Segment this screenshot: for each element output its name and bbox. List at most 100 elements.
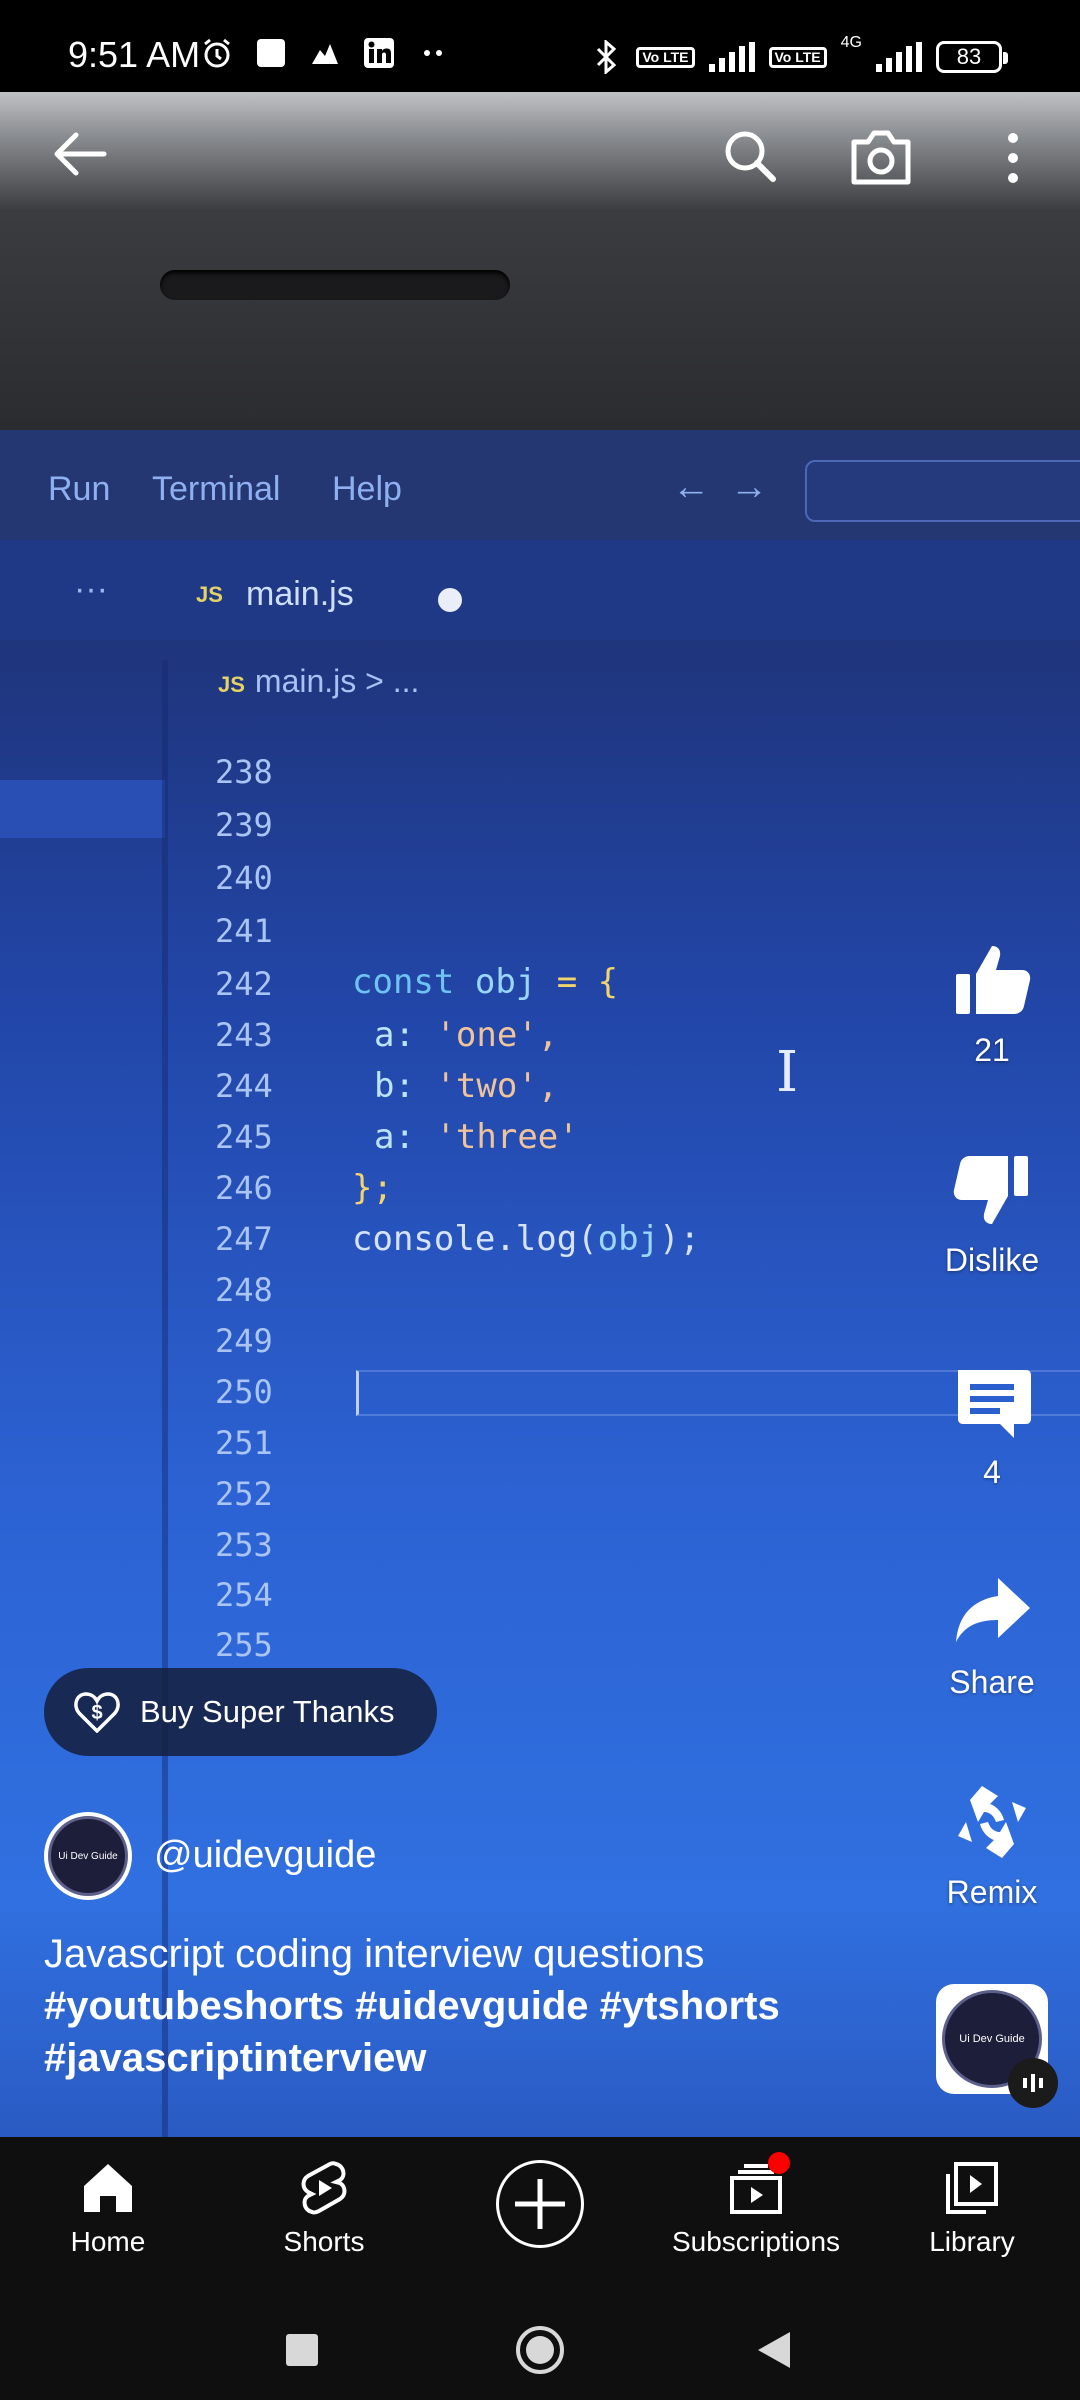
thumbs-up-icon — [956, 946, 1031, 1014]
plus-icon — [515, 2179, 565, 2229]
code-property: a: — [374, 1117, 415, 1157]
line-number: 249 — [215, 1322, 273, 1360]
code-line-245: a: 'three' — [374, 1117, 579, 1157]
code-string: 'three' — [435, 1117, 579, 1157]
shorts-icon — [301, 2161, 347, 2215]
status-time: 9:51 AM — [68, 34, 201, 75]
comment-icon — [958, 1370, 1031, 1438]
back-triangle-icon[interactable] — [756, 2330, 792, 2370]
nav-library[interactable]: Library — [872, 2158, 1072, 2258]
menu-help: Help — [332, 470, 402, 508]
editor-tab-name: main.js — [246, 575, 354, 613]
editor-command-box — [805, 460, 1080, 522]
recents-square-icon[interactable] — [284, 2332, 320, 2368]
super-thanks-label: Buy Super Thanks — [140, 1694, 395, 1729]
line-number: 247 — [215, 1220, 273, 1258]
dislike-button[interactable]: Dislike — [930, 1150, 1054, 1279]
channel-handle[interactable]: @uidevguide — [154, 1834, 376, 1877]
video-title: Javascript coding interview questions — [44, 1932, 705, 1976]
breadcrumb-text: main.js > ... — [254, 663, 420, 699]
js-file-icon: JS — [196, 582, 223, 607]
channel-avatar[interactable]: Ui Dev Guide — [44, 1812, 132, 1900]
camera-icon[interactable] — [848, 126, 914, 188]
super-thanks-button[interactable]: $ Buy Super Thanks — [44, 1668, 437, 1756]
nav-shorts-label: Shorts — [283, 2226, 365, 2257]
share-icon — [956, 1578, 1030, 1642]
nav-home-label: Home — [70, 2226, 146, 2257]
nav-subscriptions[interactable]: Subscriptions — [656, 2158, 856, 2258]
linkedin-icon — [364, 38, 394, 68]
nav-home[interactable]: Home — [8, 2158, 208, 2258]
dislike-label: Dislike — [944, 1242, 1040, 1278]
audio-wave-icon — [1008, 2058, 1058, 2108]
line-number: 241 — [215, 912, 273, 950]
comment-count: 4 — [983, 1454, 1001, 1490]
line-number: 250 — [215, 1373, 273, 1411]
status-bar: 9:51 AM Vo LTE Vo LTE 4G 83 — [0, 0, 1080, 92]
editor-breadcrumb: JS main.js > ... — [218, 663, 419, 700]
video-background — [0, 92, 1080, 212]
volte-badge-2: Vo LTE — [768, 46, 827, 68]
editor-tabbar — [0, 540, 1080, 640]
create-button[interactable] — [496, 2160, 584, 2248]
comments-button[interactable]: 4 — [930, 1362, 1054, 1491]
video-hashtags[interactable]: #youtubeshorts #uidevguide #ytshorts #ja… — [44, 1980, 924, 2084]
volte-badge: Vo LTE — [636, 46, 695, 68]
line-number: 248 — [215, 1271, 273, 1309]
cloud-app-icon — [312, 44, 338, 64]
line-number: 245 — [215, 1118, 273, 1156]
line-number: 242 — [215, 965, 273, 1003]
status-notification-icons — [200, 36, 450, 70]
battery-indicator: 83 — [936, 41, 1008, 73]
editor-overflow-icon: ··· — [74, 570, 108, 608]
svg-text:$: $ — [91, 1702, 102, 1724]
line-number: 244 — [215, 1067, 273, 1105]
nav-shorts[interactable]: Shorts — [224, 2158, 424, 2258]
bluetooth-icon — [597, 40, 617, 74]
code-variable: obj — [474, 962, 537, 1002]
remix-button[interactable]: Remix — [930, 1782, 1054, 1911]
line-number: 254 — [215, 1576, 273, 1614]
library-icon — [946, 2162, 998, 2214]
network-type: 4G — [840, 34, 862, 51]
share-button[interactable]: Share — [930, 1572, 1054, 1701]
code-keyword: const — [352, 962, 455, 1002]
text-cursor-icon: I — [776, 1040, 799, 1105]
notification-badge — [768, 2152, 790, 2174]
line-number: 246 — [215, 1169, 273, 1207]
code-line-242: const obj = { — [352, 962, 618, 1002]
code-call-end: ); — [659, 1219, 701, 1259]
back-arrow-icon[interactable] — [48, 122, 112, 186]
remix-icon — [958, 1786, 1026, 1858]
line-number: 239 — [215, 806, 273, 844]
search-icon[interactable] — [720, 126, 780, 186]
like-count: 21 — [974, 1032, 1010, 1068]
line-number: 240 — [215, 859, 273, 897]
system-navigation-bar — [0, 2300, 1080, 2400]
code-call: console.log( — [352, 1219, 598, 1259]
editor-nav-arrows: ←→ — [672, 466, 788, 508]
monitor-speaker — [160, 270, 510, 300]
more-vert-icon[interactable] — [998, 130, 1028, 186]
signal-strength-icon-2 — [876, 42, 922, 72]
code-line-243: a: 'one', — [374, 1015, 558, 1055]
thumbs-down-icon — [953, 1156, 1028, 1224]
remix-label: Remix — [946, 1874, 1038, 1910]
nav-library-label: Library — [929, 2226, 1015, 2257]
home-icon — [84, 2164, 132, 2212]
code-property: a: — [374, 1015, 415, 1055]
code-line-247: console.log(obj); — [352, 1219, 700, 1259]
unsaved-dot-icon — [438, 588, 462, 612]
js-breadcrumb-icon: JS — [218, 672, 245, 697]
line-number: 251 — [215, 1424, 273, 1462]
like-button[interactable]: 21 — [930, 940, 1054, 1069]
line-number: 252 — [215, 1475, 273, 1513]
line-number: 243 — [215, 1016, 273, 1054]
code-variable: obj — [597, 1219, 660, 1259]
home-circle-icon[interactable] — [514, 2324, 566, 2376]
heart-dollar-icon: $ — [74, 1692, 120, 1733]
code-line-244: b: 'two', — [374, 1066, 558, 1106]
line-number: 255 — [215, 1626, 273, 1664]
code-punctuation: = { — [536, 962, 619, 1002]
code-property: b: — [374, 1066, 415, 1106]
